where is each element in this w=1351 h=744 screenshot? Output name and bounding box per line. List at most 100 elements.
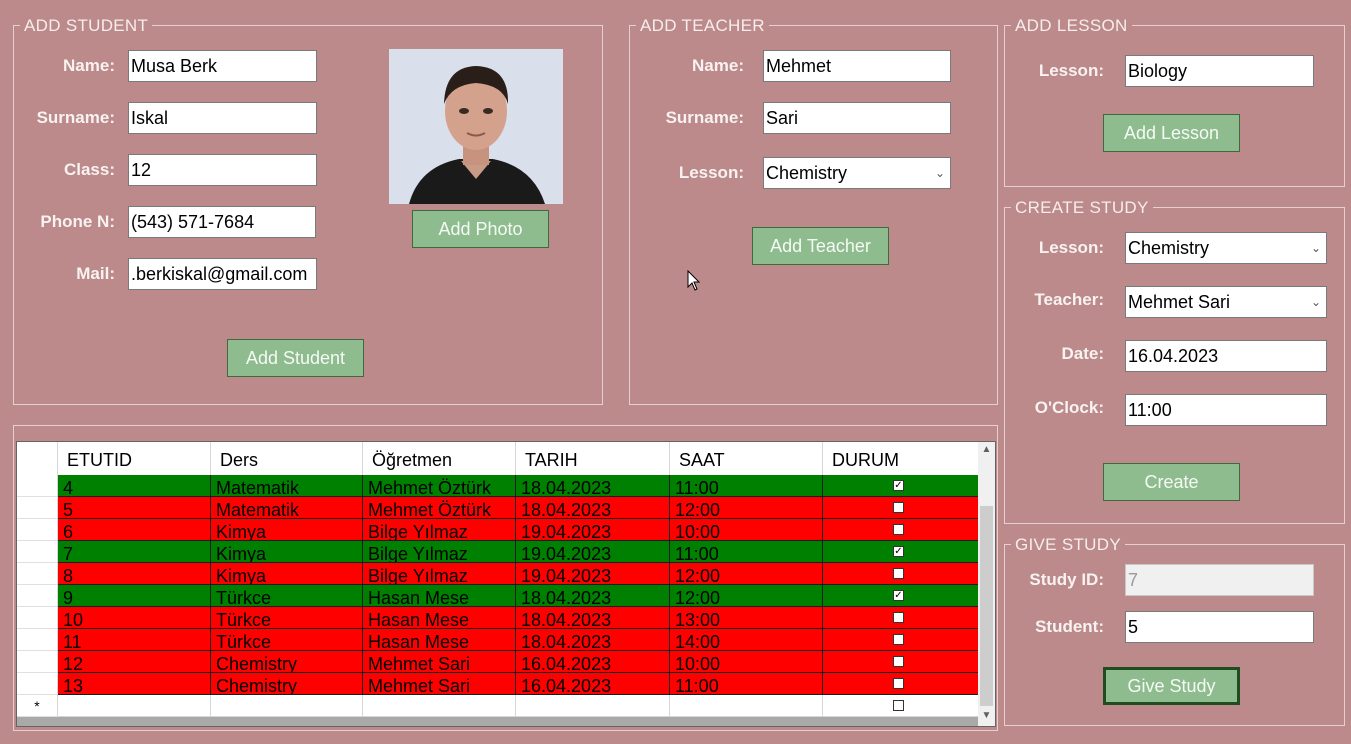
table-row[interactable]: 10 Türkce Hasan Mese 18.04.2023 13:00	[17, 607, 979, 629]
student-id-input[interactable]: 5	[1125, 611, 1314, 643]
row-header[interactable]	[17, 673, 58, 695]
cell-ogretmen[interactable]: Hasan Mese	[363, 585, 516, 607]
table-row[interactable]: 11 Türkce Hasan Mese 18.04.2023 14:00	[17, 629, 979, 651]
cell-etutid[interactable]: 10	[58, 607, 211, 629]
add-photo-button[interactable]: Add Photo	[412, 210, 549, 248]
table-row[interactable]: 7 Kimya Bilge Yılmaz 19.04.2023 11:00 ✓	[17, 541, 979, 563]
cell-ders[interactable]: Kimya	[211, 541, 363, 563]
row-header[interactable]	[17, 475, 58, 497]
cell-durum[interactable]	[823, 673, 979, 695]
cell-etutid[interactable]: 8	[58, 563, 211, 585]
row-header[interactable]	[17, 497, 58, 519]
scroll-down-icon[interactable]: ▼	[978, 710, 995, 721]
cell-saat[interactable]: 12:00	[670, 563, 823, 585]
row-header[interactable]	[17, 607, 58, 629]
table-row[interactable]: 8 Kimya Bilge Yılmaz 19.04.2023 12:00	[17, 563, 979, 585]
cell-ogretmen[interactable]: Mehmet Sari	[363, 673, 516, 695]
column-header-saat[interactable]: SAAT	[670, 442, 823, 475]
student-surname-input[interactable]: Iskal	[128, 102, 317, 134]
table-row[interactable]: 6 Kimya Bilge Yılmaz 19.04.2023 10:00	[17, 519, 979, 541]
cell-durum[interactable]	[823, 519, 979, 541]
row-header[interactable]	[17, 563, 58, 585]
cell-ogretmen[interactable]: Hasan Mese	[363, 607, 516, 629]
student-mail-input[interactable]: .berkiskal@gmail.com	[128, 258, 317, 290]
scroll-up-icon[interactable]: ▲	[978, 444, 995, 455]
cell-tarih[interactable]: 18.04.2023	[516, 629, 670, 651]
cell-tarih[interactable]: 19.04.2023	[516, 541, 670, 563]
student-class-input[interactable]: 12	[128, 154, 317, 186]
cell-etutid[interactable]: 11	[58, 629, 211, 651]
table-row[interactable]: 5 Matematik Mehmet Öztürk 18.04.2023 12:00	[17, 497, 979, 519]
cell-tarih[interactable]: 18.04.2023	[516, 607, 670, 629]
column-header-etutid[interactable]: ETUTID	[58, 442, 211, 475]
add-lesson-button[interactable]: Add Lesson	[1103, 114, 1240, 152]
cell-saat[interactable]: 11:00	[670, 541, 823, 563]
study-date-input[interactable]: 16.04.2023	[1125, 340, 1327, 372]
cell-durum[interactable]	[823, 607, 979, 629]
new-row-cell[interactable]	[363, 695, 516, 717]
study-data-grid[interactable]: ETUTID Ders Öğretmen TARIH SAAT DURUM 4M…	[16, 441, 996, 727]
table-row[interactable]: 13 Chemistry Mehmet Sari 16.04.2023 11:00	[17, 673, 979, 695]
cell-saat[interactable]: 13:00	[670, 607, 823, 629]
cell-ogretmen[interactable]: Bilge Yılmaz	[363, 563, 516, 585]
cell-ogretmen[interactable]: Hasan Mese	[363, 629, 516, 651]
checkbox-checked[interactable]: ✓	[893, 590, 904, 601]
cell-ogretmen[interactable]: Bilge Yılmaz	[363, 541, 516, 563]
cell-etutid[interactable]: 13	[58, 673, 211, 695]
add-student-button[interactable]: Add Student	[227, 339, 364, 377]
cell-etutid[interactable]: 7	[58, 541, 211, 563]
cell-tarih[interactable]: 18.04.2023	[516, 475, 670, 497]
cell-etutid[interactable]: 12	[58, 651, 211, 673]
column-header-ders[interactable]: Ders	[211, 442, 363, 475]
lesson-input[interactable]: Biology	[1125, 55, 1314, 87]
cell-ders[interactable]: Türkce	[211, 607, 363, 629]
cell-tarih[interactable]: 16.04.2023	[516, 673, 670, 695]
checkbox-unchecked[interactable]	[893, 612, 904, 623]
study-oclock-input[interactable]: 11:00	[1125, 394, 1327, 426]
cell-tarih[interactable]: 18.04.2023	[516, 585, 670, 607]
cell-etutid[interactable]: 6	[58, 519, 211, 541]
student-phone-input[interactable]: (543) 571-7684	[128, 206, 316, 238]
cell-saat[interactable]: 12:00	[670, 585, 823, 607]
student-name-input[interactable]: Musa Berk	[128, 50, 317, 82]
teacher-name-input[interactable]: Mehmet	[763, 50, 951, 82]
checkbox-unchecked[interactable]	[893, 568, 904, 579]
cell-saat[interactable]: 11:00	[670, 475, 823, 497]
table-row[interactable]: 4 Matematik Mehmet Öztürk 18.04.2023 11:00 ✓	[17, 475, 979, 497]
cell-ders[interactable]: Kimya	[211, 563, 363, 585]
checkbox-checked[interactable]: ✓	[893, 480, 904, 491]
cell-ders[interactable]: Kimya	[211, 519, 363, 541]
checkbox-unchecked[interactable]	[893, 524, 904, 535]
column-header-ogretmen[interactable]: Öğretmen	[363, 442, 516, 475]
cell-ogretmen[interactable]: Mehmet Öztürk	[363, 475, 516, 497]
cell-ders[interactable]: Chemistry	[211, 673, 363, 695]
cell-tarih[interactable]: 18.04.2023	[516, 497, 670, 519]
cell-tarih[interactable]: 16.04.2023	[516, 651, 670, 673]
cell-durum[interactable]: ✓	[823, 541, 979, 563]
new-row-cell[interactable]	[58, 695, 211, 717]
cell-durum[interactable]	[823, 563, 979, 585]
create-button[interactable]: Create	[1103, 463, 1240, 501]
cell-durum[interactable]: ✓	[823, 585, 979, 607]
new-row-cell[interactable]	[516, 695, 670, 717]
cell-ders[interactable]: Matematik	[211, 497, 363, 519]
row-header[interactable]	[17, 519, 58, 541]
cell-durum[interactable]	[823, 497, 979, 519]
cell-durum[interactable]	[823, 651, 979, 673]
column-header-durum[interactable]: DURUM	[823, 442, 979, 475]
table-row[interactable]: 9 Türkce Hasan Mese 18.04.2023 12:00 ✓	[17, 585, 979, 607]
row-header[interactable]	[17, 541, 58, 563]
cell-tarih[interactable]: 19.04.2023	[516, 563, 670, 585]
cell-saat[interactable]: 10:00	[670, 651, 823, 673]
cell-tarih[interactable]: 19.04.2023	[516, 519, 670, 541]
add-teacher-button[interactable]: Add Teacher	[752, 227, 889, 265]
cell-saat[interactable]: 14:00	[670, 629, 823, 651]
cell-durum[interactable]: ✓	[823, 475, 979, 497]
vertical-scrollbar[interactable]: ▲ ▼	[978, 442, 995, 726]
cell-ders[interactable]: Türkce	[211, 585, 363, 607]
teacher-lesson-select[interactable]: Chemistry ⌄	[763, 157, 951, 189]
cell-etutid[interactable]: 5	[58, 497, 211, 519]
new-row-cell[interactable]	[211, 695, 363, 717]
cell-etutid[interactable]: 9	[58, 585, 211, 607]
checkbox-unchecked[interactable]	[893, 700, 904, 711]
